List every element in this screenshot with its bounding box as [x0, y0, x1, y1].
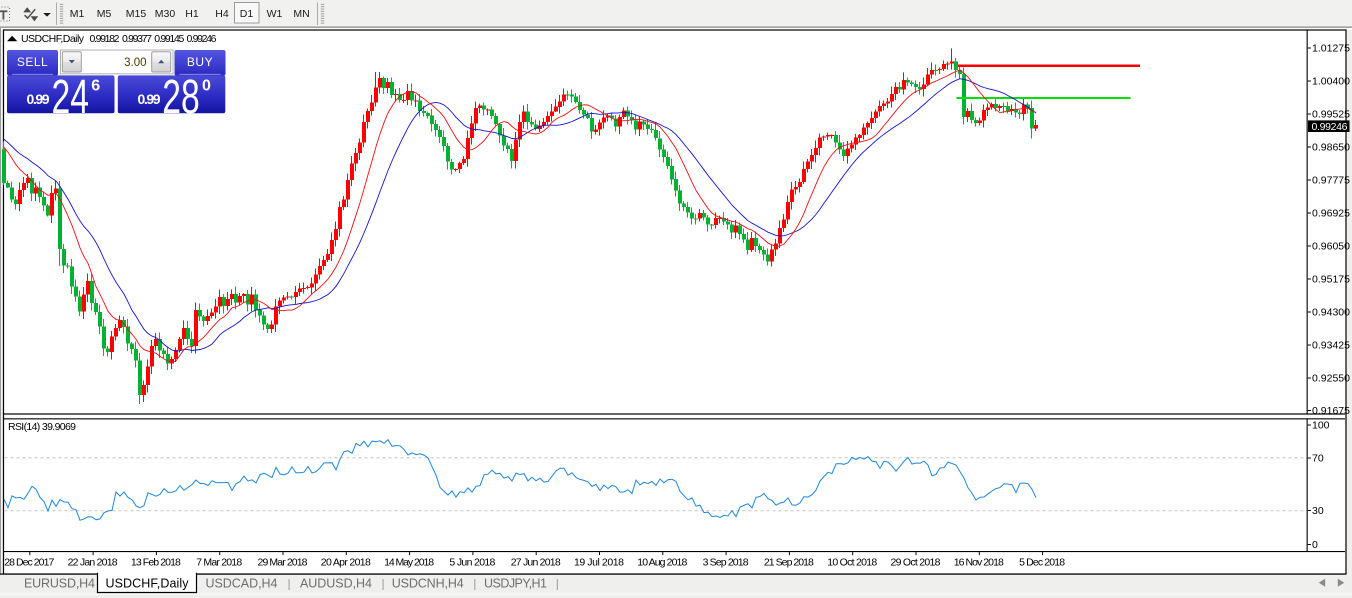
svg-text:M1: M1 [70, 8, 85, 20]
svg-text:0.99377: 0.99377 [122, 33, 152, 45]
svg-text:0.99182: 0.99182 [90, 33, 120, 45]
svg-text:0.95175: 0.95175 [1312, 274, 1350, 286]
svg-text:0.96925: 0.96925 [1312, 208, 1350, 220]
svg-text:13 Feb 2018: 13 Feb 2018 [131, 557, 181, 569]
svg-text:M15: M15 [126, 8, 147, 20]
svg-text:70: 70 [1312, 453, 1324, 465]
svg-text:SELL: SELL [17, 55, 48, 69]
svg-text:6: 6 [91, 78, 100, 95]
svg-text:USDCHF,Daily: USDCHF,Daily [21, 33, 85, 45]
svg-text:0.99: 0.99 [27, 91, 50, 107]
svg-text:0.97775: 0.97775 [1312, 175, 1350, 187]
svg-text:0.99145: 0.99145 [154, 33, 184, 45]
svg-text:1.00400: 1.00400 [1312, 76, 1350, 88]
svg-text:19 Jul 2018: 19 Jul 2018 [574, 557, 624, 569]
svg-text:0.99246: 0.99246 [1312, 121, 1348, 133]
svg-text:0.92550: 0.92550 [1312, 373, 1350, 385]
svg-text:M5: M5 [97, 8, 112, 20]
svg-text:RSI(14) 39.9069: RSI(14) 39.9069 [8, 421, 76, 433]
svg-text:0: 0 [202, 78, 211, 95]
svg-text:W1: W1 [267, 8, 283, 20]
svg-text:M30: M30 [155, 8, 176, 20]
svg-text:28: 28 [162, 71, 200, 124]
svg-text:MN: MN [293, 8, 309, 20]
svg-text:|: | [381, 577, 384, 591]
svg-text:14 May 2018: 14 May 2018 [384, 557, 434, 569]
svg-text:10 Aug 2018: 10 Aug 2018 [637, 557, 687, 569]
svg-text:29 Oct 2018: 29 Oct 2018 [891, 557, 941, 569]
svg-text:21 Sep 2018: 21 Sep 2018 [764, 557, 814, 569]
svg-text:0.96050: 0.96050 [1312, 241, 1350, 253]
svg-text:0.93425: 0.93425 [1312, 340, 1350, 352]
svg-text:22 Jan 2018: 22 Jan 2018 [68, 557, 118, 569]
svg-text:10 Oct 2018: 10 Oct 2018 [827, 557, 877, 569]
svg-text:7 Mar 2018: 7 Mar 2018 [196, 557, 242, 569]
svg-text:0.94300: 0.94300 [1312, 307, 1350, 319]
svg-text:H4: H4 [215, 8, 229, 20]
svg-text:|: | [556, 577, 559, 591]
svg-text:AUDUSD,H4: AUDUSD,H4 [300, 577, 372, 591]
svg-text:30: 30 [1312, 505, 1324, 517]
svg-text:3.00: 3.00 [124, 57, 146, 69]
svg-text:5 Jun 2018: 5 Jun 2018 [449, 557, 495, 569]
svg-text:28 Dec 2017: 28 Dec 2017 [4, 557, 54, 569]
svg-text:|: | [473, 577, 476, 591]
svg-text:USDJPY,H1: USDJPY,H1 [484, 577, 547, 591]
svg-text:100: 100 [1312, 420, 1330, 432]
svg-text:0: 0 [1312, 539, 1318, 551]
svg-text:27 Jun 2018: 27 Jun 2018 [511, 557, 561, 569]
svg-text:0.99: 0.99 [138, 91, 161, 107]
svg-text:D1: D1 [240, 8, 254, 20]
svg-text:29 Mar 2018: 29 Mar 2018 [258, 557, 308, 569]
svg-text:20 Apr 2018: 20 Apr 2018 [321, 557, 371, 569]
svg-text:USDCHF,Daily: USDCHF,Daily [106, 577, 190, 591]
svg-text:BUY: BUY [187, 55, 213, 69]
svg-text:H1: H1 [185, 8, 199, 20]
svg-text:1.01275: 1.01275 [1312, 43, 1350, 55]
svg-text:USDCNH,H4: USDCNH,H4 [392, 577, 464, 591]
svg-text:EURUSD,H4: EURUSD,H4 [24, 577, 95, 591]
svg-text:USDCAD,H4: USDCAD,H4 [206, 577, 278, 591]
svg-text:0.99246: 0.99246 [187, 33, 217, 45]
svg-text:5 Dec 2018: 5 Dec 2018 [1019, 557, 1065, 569]
svg-text:16 Nov 2018: 16 Nov 2018 [954, 557, 1004, 569]
svg-text:3 Sep 2018: 3 Sep 2018 [703, 557, 749, 569]
svg-text:24: 24 [52, 71, 90, 124]
svg-text:0.99525: 0.99525 [1312, 109, 1350, 121]
svg-text:0.98650: 0.98650 [1312, 142, 1350, 154]
svg-text:0.91675: 0.91675 [1312, 405, 1350, 417]
svg-text:|: | [287, 577, 290, 591]
